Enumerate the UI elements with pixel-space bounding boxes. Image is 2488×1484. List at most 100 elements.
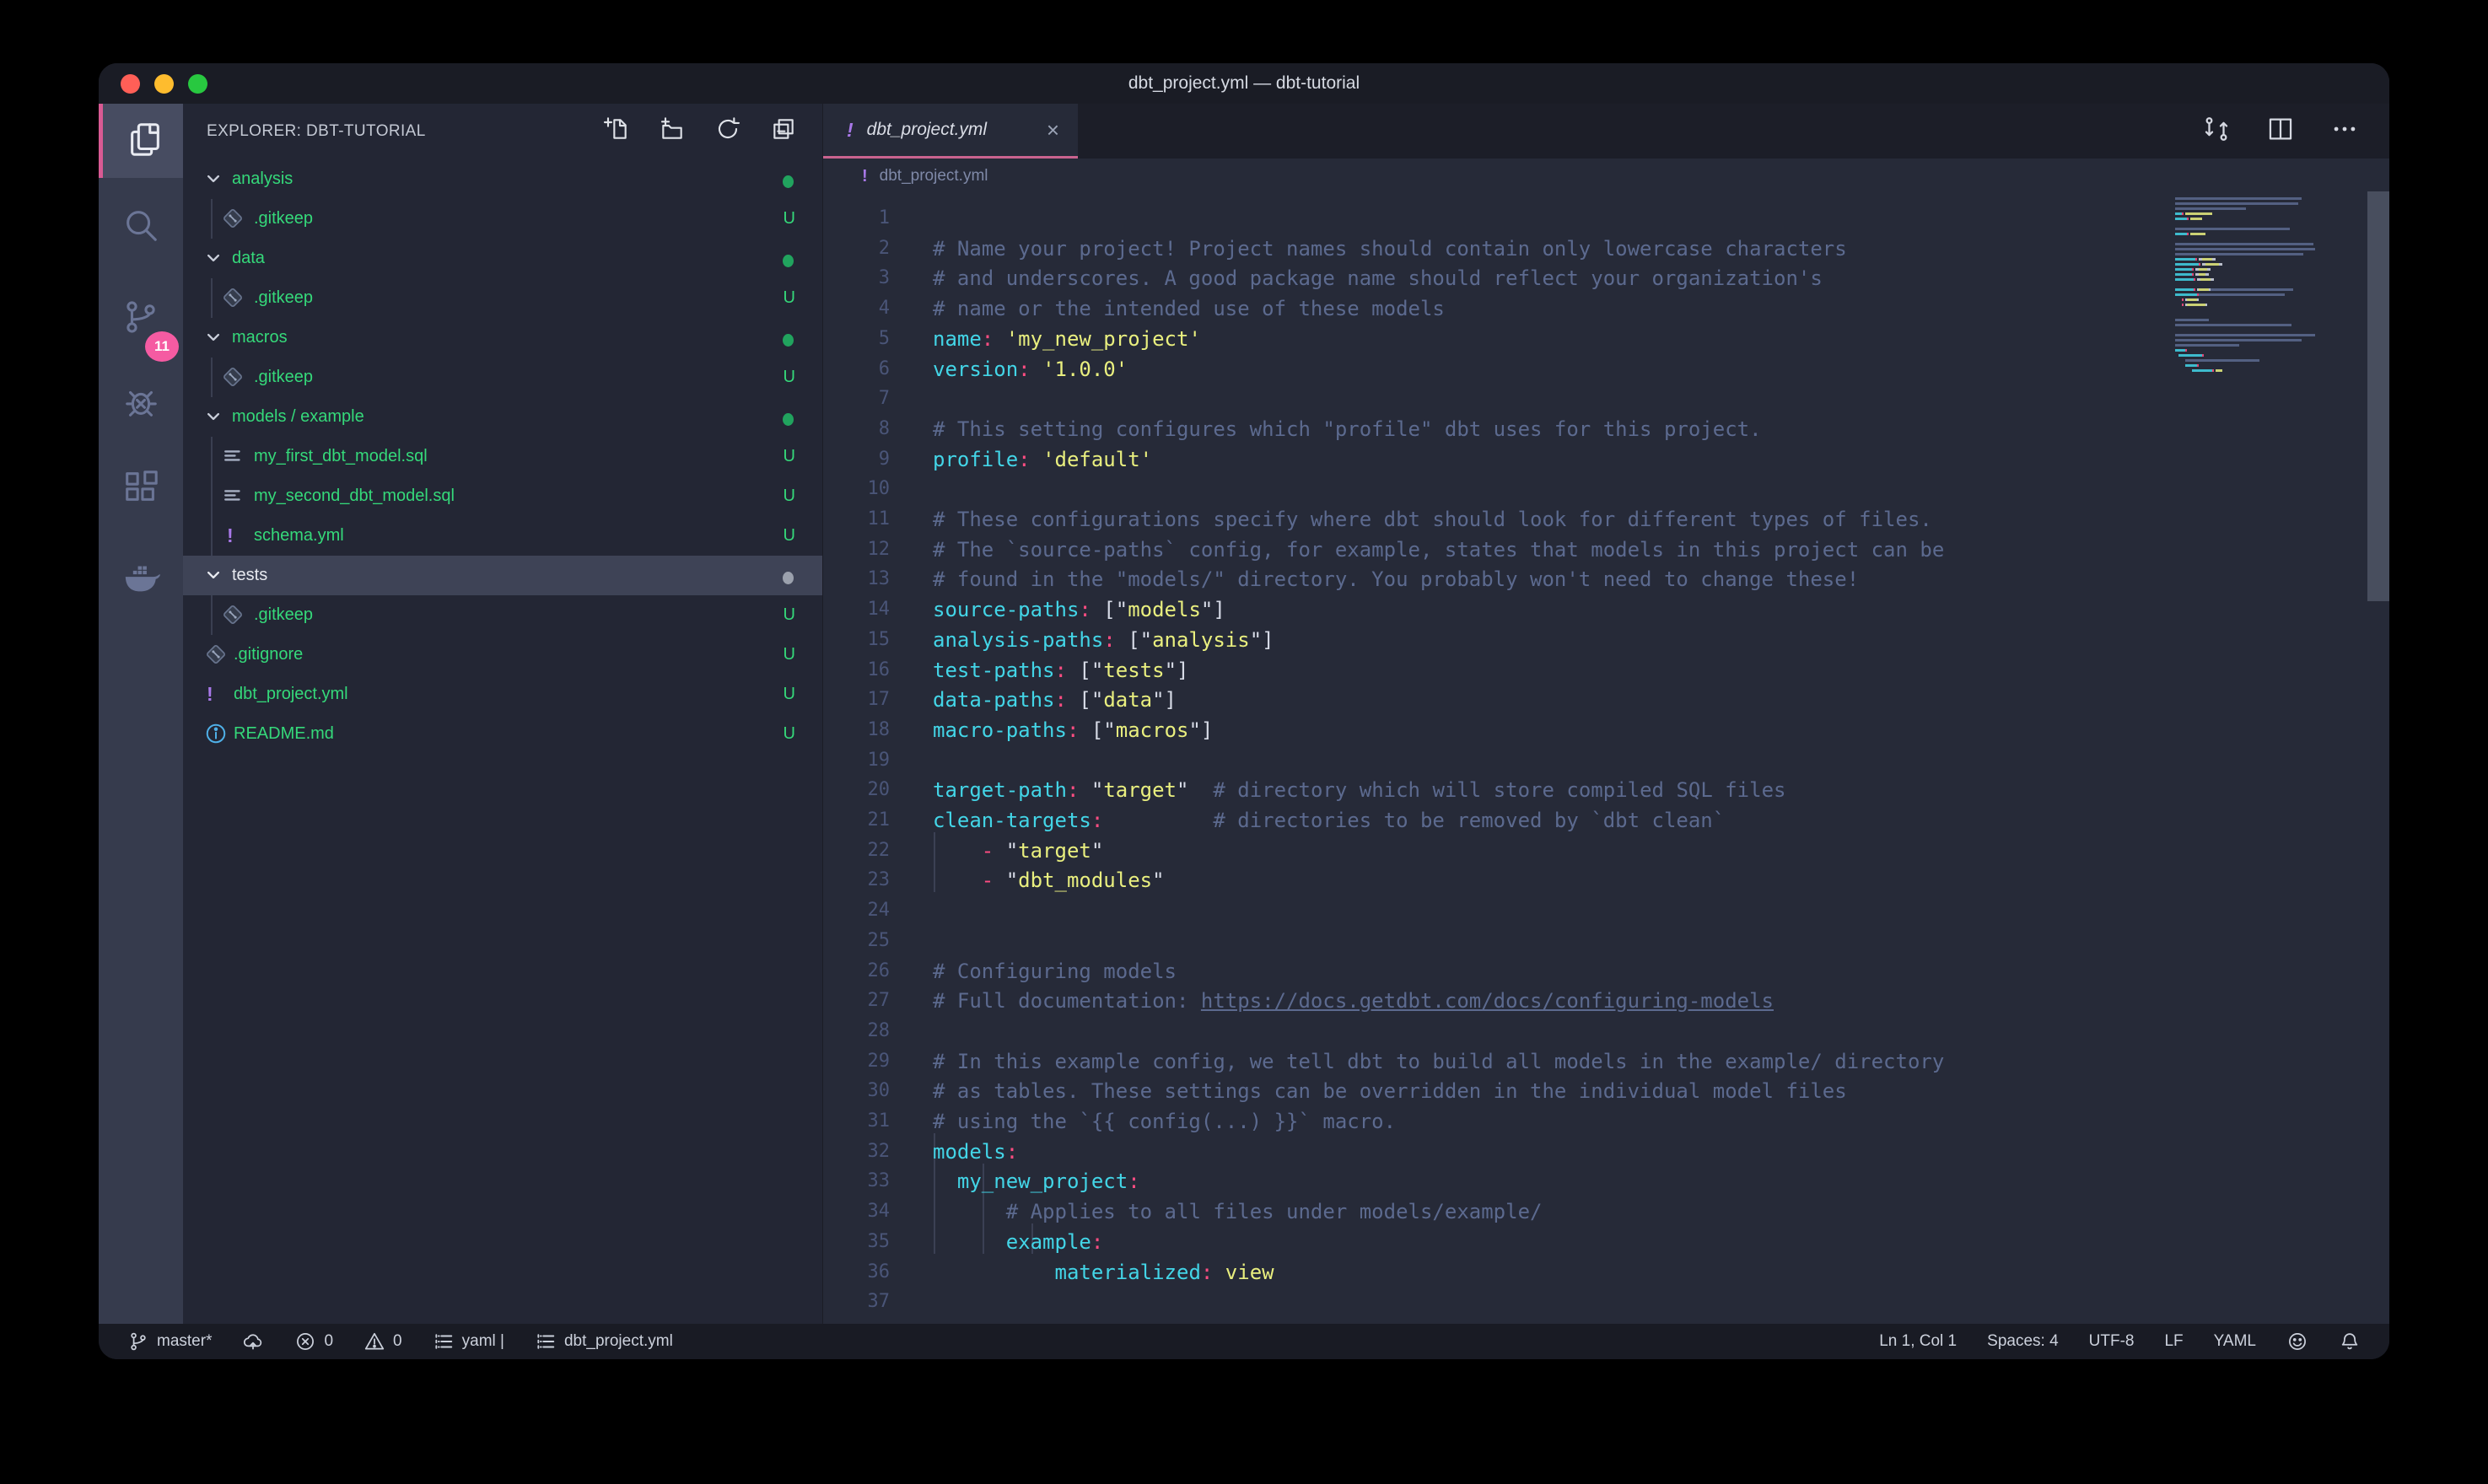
title-bar[interactable]: dbt_project.yml — dbt-tutorial (99, 63, 2389, 104)
new-file-button[interactable] (603, 116, 630, 147)
git-diamond-icon (220, 285, 245, 315)
code-line: 18macro-paths: ["macros"] (823, 715, 2389, 745)
tree-folder-data[interactable]: data (183, 239, 822, 278)
tree-item-label: models / example (232, 397, 364, 437)
code-line-text: clean-targets: # directories to be remov… (933, 805, 1725, 836)
line-number: 37 (823, 1287, 890, 1317)
activity-item-docker[interactable] (99, 545, 183, 619)
new-folder-button[interactable] (659, 116, 686, 147)
git-diamond-icon (203, 642, 229, 672)
status-publish-changes[interactable] (242, 1331, 264, 1352)
code-line-text: - "dbt_modules" (933, 865, 1165, 895)
split-editor-button[interactable] (2266, 115, 2295, 148)
code-editor[interactable]: 12# Name your project! Project names sho… (823, 200, 2389, 1324)
minimap-line (2175, 238, 2318, 240)
tree-file-dbt-project-yml[interactable]: !dbt_project.ymlU (183, 675, 822, 714)
git-untracked-badge: U (784, 516, 795, 556)
yaml-warning-icon: ! (207, 675, 213, 714)
minimap-line (2175, 364, 2318, 367)
code-line: 4# name or the intended use of these mod… (823, 293, 2389, 324)
tree-indent-guide (211, 476, 213, 516)
debug-icon (121, 383, 160, 426)
tab-dbt-project-yml[interactable]: ! dbt_project.yml × (823, 104, 1078, 159)
code-line-text: profile: 'default' (933, 444, 1152, 475)
new-file-icon (603, 132, 630, 146)
line-number: 28 (823, 1016, 890, 1046)
line-number: 35 (823, 1227, 890, 1257)
minimap-line (2175, 278, 2318, 281)
line-number: 7 (823, 384, 890, 414)
close-tab-icon[interactable]: × (1047, 119, 1059, 141)
minimap-line (2175, 369, 2318, 372)
code-line-text: source-paths: ["models"] (933, 594, 1225, 625)
status-warnings[interactable]: 0 (364, 1331, 402, 1352)
code-line-text: # Full documentation: https://docs.getdb… (933, 986, 1774, 1016)
code-line: 21clean-targets: # directories to be rem… (823, 805, 2389, 836)
info-circle-icon (203, 721, 229, 751)
minimap-line (2175, 288, 2318, 291)
activity-item-extensions[interactable] (99, 452, 183, 526)
status-eol-label: LF (2164, 1332, 2183, 1351)
line-number: 13 (823, 564, 890, 594)
yaml-warning-icon: ! (862, 167, 868, 186)
more-actions-button[interactable] (2330, 115, 2359, 148)
editor-scrollbar[interactable] (2367, 191, 2389, 601)
status-outline-file-label: dbt_project.yml (564, 1332, 673, 1351)
code-line-text: name: 'my_new_project' (933, 324, 1201, 354)
activity-item-explorer[interactable] (99, 104, 187, 178)
tree-folder-tests[interactable]: tests (183, 556, 822, 595)
activity-item-settings[interactable] (99, 1238, 183, 1312)
tree-file-readme-md[interactable]: README.mdU (183, 714, 822, 754)
status-errors[interactable]: 0 (294, 1331, 333, 1352)
status-eol[interactable]: LF (2164, 1332, 2183, 1351)
tree-file-my-first-dbt-model-sql[interactable]: my_first_dbt_model.sqlU (183, 437, 822, 476)
tree-item-label: macros (232, 318, 288, 358)
git-untracked-badge: U (784, 714, 795, 754)
tree-file--gitignore[interactable]: .gitignoreU (183, 635, 822, 675)
minimap-line (2175, 339, 2318, 341)
code-line-text: data-paths: ["data"] (933, 685, 1177, 715)
tree-file--gitkeep[interactable]: .gitkeepU (183, 358, 822, 397)
git-untracked-badge: U (784, 358, 795, 397)
line-number: 16 (823, 655, 890, 686)
status-outline-file[interactable]: dbt_project.yml (535, 1331, 673, 1352)
tree-folder-analysis[interactable]: analysis (183, 159, 822, 199)
status-language-mode[interactable]: YAML (2214, 1332, 2256, 1351)
tree-indent-guide (211, 199, 213, 239)
status-feedback[interactable] (2286, 1331, 2308, 1352)
minimap-line (2175, 273, 2318, 276)
refresh-button[interactable] (714, 116, 741, 147)
tree-file--gitkeep[interactable]: .gitkeepU (183, 595, 822, 635)
minimap[interactable] (2175, 192, 2318, 379)
git-diamond-icon (220, 206, 245, 236)
yaml-warning-icon: ! (227, 516, 234, 556)
status-git-branch-status[interactable]: master* (127, 1331, 212, 1352)
status-notifications[interactable] (2339, 1331, 2361, 1352)
activity-item-debug[interactable] (99, 367, 183, 441)
tree-file-my-second-dbt-model-sql[interactable]: my_second_dbt_model.sqlU (183, 476, 822, 516)
activity-item-search[interactable] (99, 190, 183, 264)
git-untracked-badge: U (784, 278, 795, 318)
minimap-line (2175, 233, 2318, 235)
tree-file--gitkeep[interactable]: .gitkeepU (183, 199, 822, 239)
minimap-line (2175, 319, 2318, 321)
tab-bar: ! dbt_project.yml × (823, 104, 2389, 159)
tree-file-schema-yml[interactable]: !schema.ymlU (183, 516, 822, 556)
code-line: 6version: '1.0.0' (823, 354, 2389, 384)
status-outline-yaml[interactable]: yaml | (433, 1331, 504, 1352)
open-changes-button[interactable] (2202, 115, 2231, 148)
code-line-text: # using the `{{ config(...) }}` macro. (933, 1106, 1396, 1137)
status-indentation[interactable]: Spaces: 4 (1987, 1332, 2059, 1351)
breadcrumb[interactable]: ! dbt_project.yml (823, 159, 2389, 194)
status-encoding[interactable]: UTF-8 (2089, 1332, 2135, 1351)
minimap-line (2175, 349, 2318, 352)
refresh-icon (714, 132, 741, 146)
tree-folder-models-example[interactable]: models / example (183, 397, 822, 437)
code-line: 22 - "target" (823, 836, 2389, 866)
tree-folder-macros[interactable]: macros (183, 318, 822, 358)
line-number: 30 (823, 1076, 890, 1106)
collapse-all-button[interactable] (770, 116, 797, 147)
tree-file--gitkeep[interactable]: .gitkeepU (183, 278, 822, 318)
tree-item-label: .gitignore (234, 635, 303, 675)
status-cursor-position[interactable]: Ln 1, Col 1 (1879, 1332, 1957, 1351)
